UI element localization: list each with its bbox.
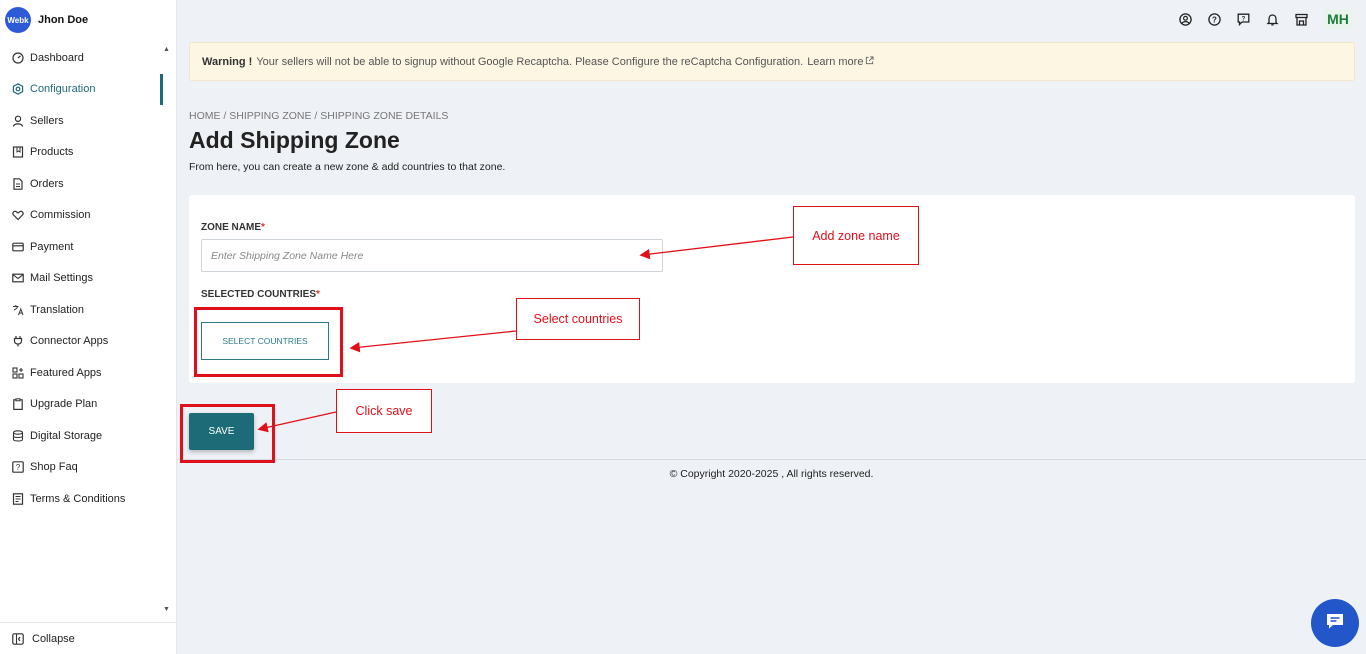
sidebar-item-translation[interactable]: Translation bbox=[0, 294, 163, 326]
plug-icon bbox=[12, 335, 24, 347]
sidebar-nav: Dashboard Configuration Sellers Products… bbox=[0, 42, 163, 515]
svg-text:?: ? bbox=[1212, 15, 1217, 24]
sidebar-item-label: Digital Storage bbox=[30, 429, 103, 442]
scroll-down-icon[interactable]: ▼ bbox=[163, 606, 170, 613]
page-subtitle: From here, you can create a new zone & a… bbox=[189, 161, 506, 173]
account-icon[interactable] bbox=[1179, 12, 1192, 26]
sidebar-item-orders[interactable]: Orders bbox=[0, 168, 163, 200]
sidebar-item-terms[interactable]: Terms & Conditions bbox=[0, 483, 163, 515]
feedback-icon[interactable]: ? bbox=[1237, 13, 1250, 26]
sidebar-item-featured-apps[interactable]: Featured Apps bbox=[0, 357, 163, 389]
card-icon bbox=[12, 241, 24, 253]
selected-countries-label: SELECTED COUNTRIES* bbox=[201, 289, 320, 300]
footer-divider bbox=[177, 459, 1366, 460]
sidebar-item-label: Orders bbox=[30, 177, 64, 190]
brand-logo: Webk bbox=[5, 7, 31, 33]
sidebar: Webk Jhon Doe ▲ Dashboard Configuration … bbox=[0, 0, 177, 654]
sidebar-item-dashboard[interactable]: Dashboard bbox=[0, 42, 163, 74]
shipping-zone-form: ZONE NAME* SELECTED COUNTRIES* SELECT CO… bbox=[189, 195, 1355, 383]
store-icon[interactable] bbox=[1295, 13, 1308, 26]
sidebar-item-payment[interactable]: Payment bbox=[0, 231, 163, 263]
apps-icon bbox=[12, 367, 24, 379]
collapse-label: Collapse bbox=[32, 632, 75, 645]
sidebar-item-upgrade-plan[interactable]: Upgrade Plan bbox=[0, 389, 163, 421]
dashboard-icon bbox=[12, 52, 24, 64]
sidebar-item-label: Dashboard bbox=[30, 51, 84, 64]
select-countries-highlight bbox=[194, 307, 343, 377]
sidebar-item-label: Products bbox=[30, 146, 74, 159]
annotation-select-countries: Select countries bbox=[516, 298, 640, 340]
sidebar-item-label: Translation bbox=[30, 303, 85, 316]
sidebar-item-digital-storage[interactable]: Digital Storage bbox=[0, 420, 163, 452]
sidebar-item-label: Featured Apps bbox=[30, 366, 102, 379]
annotation-click-save: Click save bbox=[336, 389, 432, 433]
user-name[interactable]: Jhon Doe bbox=[38, 14, 88, 26]
external-link-icon bbox=[865, 55, 875, 68]
collapse-button[interactable]: Collapse bbox=[0, 622, 177, 654]
annotation-add-zone-name: Add zone name bbox=[793, 206, 919, 265]
sidebar-item-label: Connector Apps bbox=[30, 335, 109, 348]
sidebar-item-label: Sellers bbox=[30, 114, 64, 127]
translate-icon bbox=[12, 304, 24, 316]
brand: Webk Jhon Doe bbox=[0, 5, 88, 35]
terms-icon bbox=[12, 492, 24, 505]
sidebar-item-label: Mail Settings bbox=[30, 272, 93, 285]
breadcrumb[interactable]: HOME / SHIPPING ZONE / SHIPPING ZONE DET… bbox=[189, 110, 448, 122]
learn-more-link[interactable]: Learn more bbox=[807, 56, 863, 68]
sidebar-item-sellers[interactable]: Sellers bbox=[0, 105, 163, 137]
svg-text:?: ? bbox=[1242, 16, 1246, 22]
sidebar-item-label: Upgrade Plan bbox=[30, 398, 98, 411]
sidebar-item-label: Payment bbox=[30, 240, 74, 253]
save-highlight bbox=[180, 404, 275, 463]
chat-icon bbox=[1325, 611, 1345, 636]
required-mark: * bbox=[261, 222, 265, 233]
config-icon bbox=[12, 83, 24, 96]
collapse-icon bbox=[12, 632, 24, 645]
sidebar-item-products[interactable]: Products bbox=[0, 137, 163, 169]
book-icon bbox=[12, 146, 24, 158]
warning-message: Your sellers will not be able to signup … bbox=[256, 55, 804, 68]
help-icon[interactable]: ? bbox=[1208, 12, 1221, 26]
sidebar-item-connector-apps[interactable]: Connector Apps bbox=[0, 326, 163, 358]
sidebar-item-commission[interactable]: Commission bbox=[0, 200, 163, 232]
page-title: Add Shipping Zone bbox=[189, 127, 400, 153]
chat-button[interactable] bbox=[1311, 599, 1359, 647]
user-icon bbox=[12, 115, 24, 127]
countries-label-text: SELECTED COUNTRIES bbox=[201, 289, 317, 300]
sidebar-item-configuration[interactable]: Configuration bbox=[0, 73, 163, 106]
handshake-icon bbox=[12, 209, 24, 221]
clipboard-icon bbox=[12, 398, 24, 411]
topbar-actions: ? ? MH bbox=[1179, 9, 1352, 29]
zone-name-input[interactable] bbox=[201, 239, 663, 272]
zone-name-label-text: ZONE NAME bbox=[201, 222, 261, 233]
required-mark: * bbox=[316, 289, 320, 300]
sidebar-item-mail-settings[interactable]: Mail Settings bbox=[0, 263, 163, 295]
warning-title: Warning ! bbox=[202, 55, 253, 68]
document-icon bbox=[12, 177, 24, 190]
avatar[interactable]: MH bbox=[1324, 9, 1352, 29]
sidebar-item-label: Configuration bbox=[30, 83, 96, 96]
scroll-up-icon[interactable]: ▲ bbox=[163, 46, 170, 53]
mail-icon bbox=[12, 272, 24, 284]
notification-bell-icon[interactable] bbox=[1266, 13, 1279, 26]
database-icon bbox=[12, 429, 24, 442]
zone-name-label: ZONE NAME* bbox=[201, 222, 265, 233]
sidebar-item-label: Terms & Conditions bbox=[30, 492, 126, 505]
copyright: © Copyright 2020-2025 , All rights reser… bbox=[669, 468, 874, 480]
recaptcha-warning: Warning ! Your sellers will not be able … bbox=[189, 42, 1355, 81]
sidebar-item-label: Commission bbox=[30, 209, 91, 222]
